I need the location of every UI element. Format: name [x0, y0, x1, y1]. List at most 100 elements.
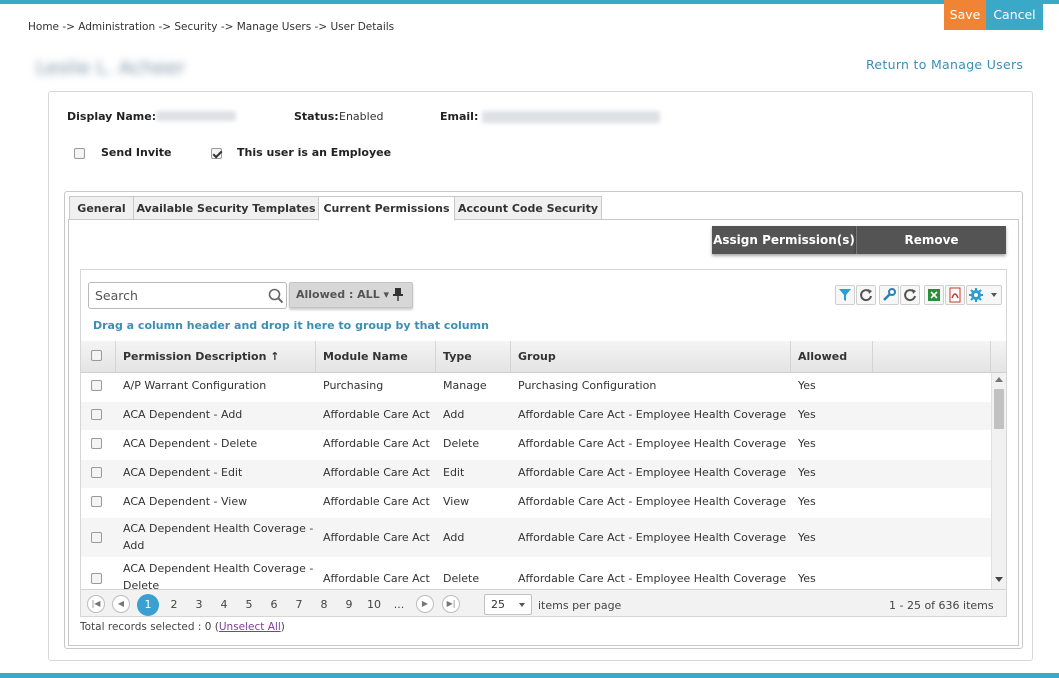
search-input[interactable] [95, 286, 260, 304]
column-permission-description[interactable]: Permission Description ↑ [116, 341, 316, 373]
return-to-manage-users-link[interactable]: Return to Manage Users [866, 57, 1023, 72]
page-8[interactable]: 8 [313, 595, 335, 615]
table-row[interactable]: ACA Dependent Health Coverage - Add Affo… [81, 518, 991, 558]
scroll-up-icon[interactable] [995, 377, 1003, 382]
permission-description: ACA Dependent - Edit [123, 466, 243, 479]
select-all-header [81, 341, 116, 373]
pdf-icon[interactable] [945, 285, 965, 305]
permission-allowed: Yes [798, 437, 816, 450]
permission-group: Affordable Care Act - Employee Health Co… [518, 437, 787, 450]
row-checkbox[interactable] [91, 532, 102, 543]
row-checkbox[interactable] [91, 573, 102, 584]
table-header: Permission Description ↑ Module Name Typ… [81, 341, 1006, 373]
status-label: Status: [294, 110, 339, 123]
page-4[interactable]: 4 [213, 595, 235, 615]
allowed-filter-label: Allowed : ALL ▾ [296, 288, 390, 301]
filter-icon[interactable] [835, 285, 855, 305]
save-button[interactable]: Save [944, 0, 986, 30]
table-row[interactable]: ACA Dependent Health Coverage - Delete A… [81, 558, 991, 589]
refresh-icon[interactable] [856, 285, 876, 305]
module-name: Affordable Care Act [323, 466, 430, 479]
employee-checkbox[interactable] [211, 148, 222, 159]
prev-page-icon[interactable]: ◀ [112, 595, 130, 613]
unselect-all-link[interactable]: Unselect All [219, 621, 281, 633]
scroll-thumb[interactable] [994, 389, 1004, 429]
email-label: Email: [440, 110, 479, 123]
permission-group: Affordable Care Act - Employee Health Co… [518, 408, 787, 421]
records-selected: Total records selected : 0 (Unselect All… [80, 621, 285, 633]
column-group[interactable]: Group [511, 341, 791, 373]
permission-description: ACA Dependent - Delete [123, 437, 258, 450]
email-value [482, 111, 660, 123]
permission-type: Manage [443, 379, 487, 392]
permission-allowed: Yes [798, 495, 816, 508]
next-page-icon[interactable]: ▶ [416, 595, 434, 613]
table-scrollbar[interactable] [991, 373, 1006, 589]
items-range: 1 - 25 of 636 items [889, 599, 994, 612]
excel-icon[interactable] [924, 285, 944, 305]
page-3[interactable]: 3 [188, 595, 210, 615]
module-name: Affordable Care Act [323, 572, 430, 585]
permissions-table: Permission Description ↑ Module Name Typ… [81, 341, 1006, 589]
cancel-button[interactable]: Cancel [986, 0, 1043, 30]
last-page-icon[interactable]: ▶| [442, 595, 460, 613]
more-pages[interactable]: ... [388, 595, 410, 615]
permission-allowed: Yes [798, 379, 816, 392]
remove-permissions-button[interactable]: Remove Permission(s) [856, 226, 1006, 275]
page-2[interactable]: 2 [163, 595, 185, 615]
row-checkbox[interactable] [91, 496, 102, 507]
permission-group: Purchasing Configuration [518, 379, 657, 392]
table-row[interactable]: ACA Dependent - Add Affordable Care Act … [81, 402, 991, 431]
permission-group: Affordable Care Act - Employee Health Co… [518, 466, 787, 479]
permission-group: Affordable Care Act - Employee Health Co… [518, 531, 787, 544]
column-module-name[interactable]: Module Name [316, 341, 436, 373]
send-invite-label: Send Invite [101, 146, 172, 159]
permission-type: Edit [443, 466, 465, 479]
table-row[interactable]: ACA Dependent - Delete Affordable Care A… [81, 431, 991, 460]
first-page-icon[interactable]: |◀ [87, 595, 105, 613]
row-checkbox[interactable] [91, 438, 102, 449]
select-all-checkbox[interactable] [91, 350, 102, 361]
scroll-down-icon[interactable] [995, 577, 1003, 582]
page-5[interactable]: 5 [238, 595, 260, 615]
assign-permissions-button[interactable]: Assign Permission(s) [712, 226, 856, 254]
column-allowed[interactable]: Allowed [791, 341, 873, 373]
table-row[interactable]: A/P Warrant Configuration Purchasing Man… [81, 373, 991, 402]
search-icon[interactable] [268, 288, 284, 304]
tab-current-permissions[interactable]: Current Permissions [318, 196, 455, 221]
refresh-icon[interactable] [900, 285, 920, 305]
tab-account-code-security[interactable]: Account Code Security [454, 196, 602, 220]
column-type[interactable]: Type [436, 341, 511, 373]
module-name: Purchasing [323, 379, 384, 392]
send-invite-checkbox[interactable] [74, 148, 85, 159]
pin-icon[interactable] [393, 287, 403, 301]
page-9[interactable]: 9 [338, 595, 360, 615]
page-6[interactable]: 6 [263, 595, 285, 615]
records-selected-text: Total records selected : 0 ( [80, 621, 219, 633]
page-size-select[interactable]: 25 [484, 594, 532, 615]
display-name-value [156, 111, 236, 121]
tab-general[interactable]: General [69, 196, 134, 220]
page-10[interactable]: 10 [363, 595, 385, 615]
pager: |◀ ◀ 1 2 3 4 5 6 7 8 9 10 ... ▶ ▶| 25 it… [81, 589, 1006, 616]
permission-allowed: Yes [798, 408, 816, 421]
page-1[interactable]: 1 [137, 594, 159, 616]
row-checkbox[interactable] [91, 467, 102, 478]
row-checkbox[interactable] [91, 409, 102, 420]
permission-type: Add [443, 408, 465, 421]
row-checkbox[interactable] [91, 380, 102, 391]
permission-group: Affordable Care Act - Employee Health Co… [518, 495, 787, 508]
status-value: Enabled [339, 110, 384, 123]
page-7[interactable]: 7 [288, 595, 310, 615]
gear-icon[interactable] [966, 285, 1002, 305]
permission-description: ACA Dependent Health Coverage - Add [123, 522, 314, 552]
table-row[interactable]: ACA Dependent - View Affordable Care Act… [81, 489, 991, 518]
table-row[interactable]: ACA Dependent - Edit Affordable Care Act… [81, 460, 991, 489]
wrench-icon[interactable] [879, 285, 899, 305]
permission-type: Delete [443, 572, 480, 585]
permission-description: ACA Dependent - Add [123, 408, 243, 421]
permission-type: Add [443, 531, 465, 544]
employee-label: This user is an Employee [237, 146, 392, 159]
display-name-label: Display Name: [67, 110, 157, 123]
tab-available-security-templates[interactable]: Available Security Templates [133, 196, 319, 220]
